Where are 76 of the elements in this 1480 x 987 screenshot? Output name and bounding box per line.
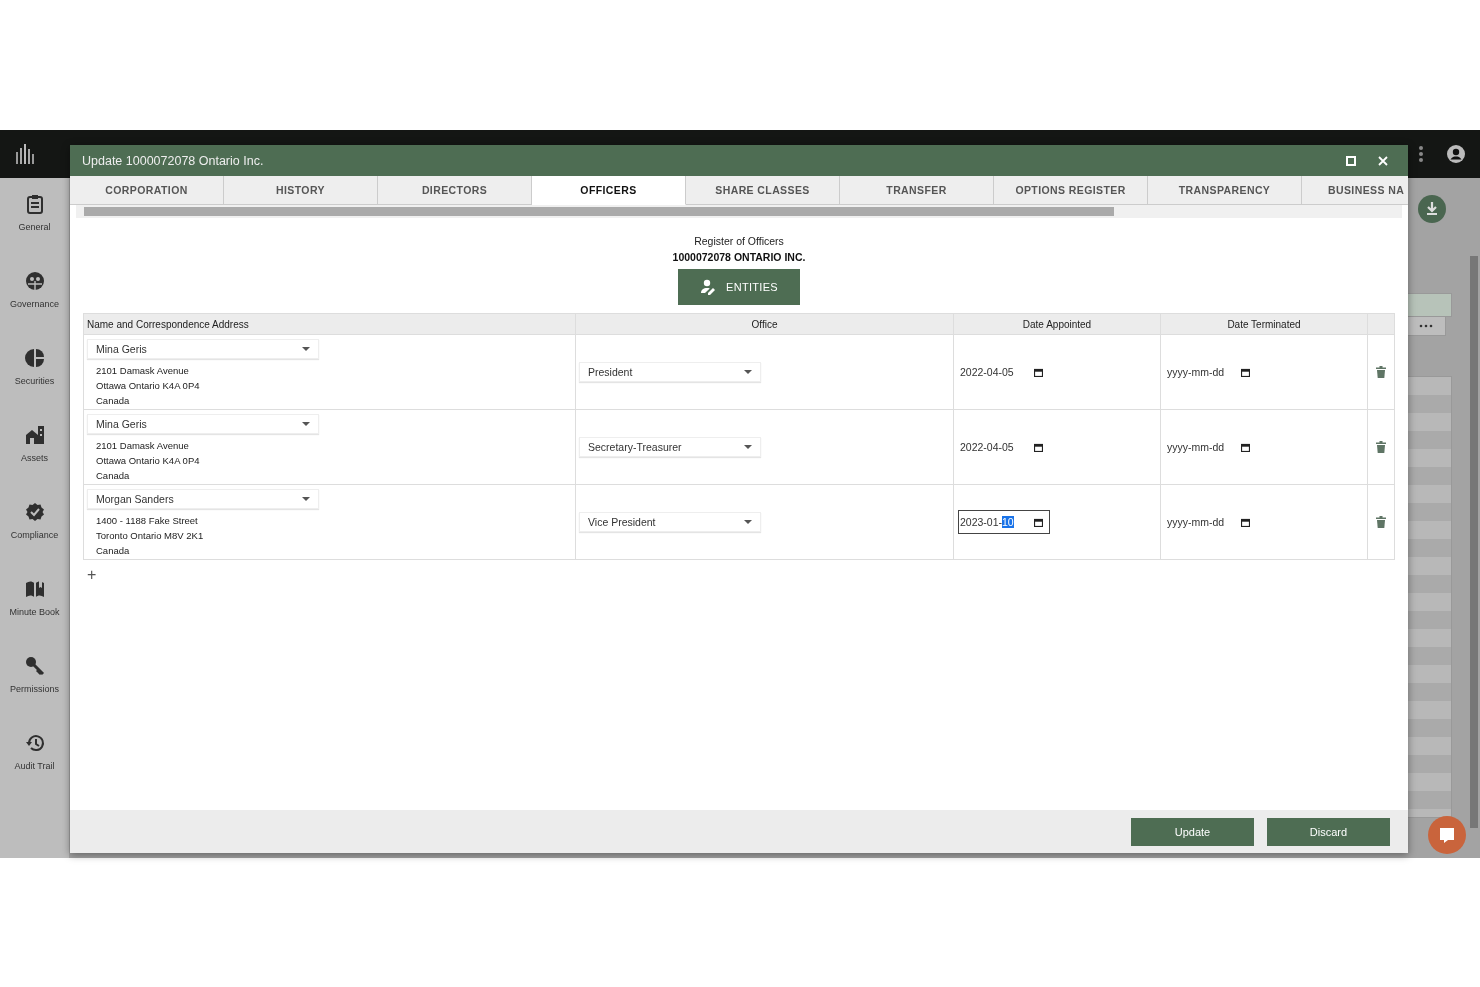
nav-item[interactable]: Securities — [0, 348, 69, 386]
date-field[interactable]: 2022-04-05 — [958, 435, 1050, 459]
scroll-thumb[interactable] — [84, 207, 1114, 216]
globe-icon — [24, 271, 45, 291]
dropdown-caret-icon — [302, 422, 310, 426]
date-field[interactable]: yyyy-mm-dd — [1165, 360, 1257, 384]
calendar-icon — [1241, 517, 1250, 527]
trash-icon[interactable] — [1376, 366, 1386, 378]
calendar-icon — [1241, 442, 1250, 452]
tab-scrollbar[interactable] — [76, 205, 1402, 218]
entities-button[interactable]: ENTITIES — [678, 269, 800, 305]
pie-chart-icon — [24, 348, 45, 368]
address-line: Canada — [95, 469, 131, 483]
account-icon[interactable] — [1446, 144, 1466, 164]
dropdown-caret-icon — [302, 497, 310, 501]
badge-check-icon — [24, 502, 45, 522]
calendar-icon — [1034, 367, 1043, 377]
address-line: 2101 Damask Avenue — [95, 439, 190, 453]
office-dropdown[interactable]: Secretary-Treasurer — [579, 437, 761, 457]
address-line: Canada — [95, 394, 131, 408]
calendar-icon — [1034, 442, 1043, 452]
address-line: 2101 Damask Avenue — [95, 364, 190, 378]
more-button[interactable] — [1406, 316, 1446, 336]
nav-item[interactable]: Governance — [0, 271, 69, 309]
trash-icon[interactable] — [1376, 441, 1386, 453]
address-line: 1400 - 1188 Fake Street — [95, 514, 199, 528]
nav-item[interactable]: General — [0, 194, 69, 232]
date-field[interactable]: 2022-04-05 — [958, 360, 1050, 384]
panel-header — [1406, 293, 1452, 317]
office-dropdown[interactable]: Vice President — [579, 512, 761, 532]
dropdown-caret-icon — [302, 347, 310, 351]
dropdown-caret-icon — [744, 370, 752, 374]
calendar-icon — [1034, 517, 1043, 527]
company-name: 1000072078 ONTARIO INC. — [672, 251, 806, 263]
address-line: Ottawa Ontario K4A 0P4 — [95, 379, 201, 393]
tab[interactable]: OFFICERS — [532, 176, 686, 205]
trash-icon[interactable] — [1376, 516, 1386, 528]
nav-item[interactable]: Permissions — [0, 656, 69, 694]
nav-item[interactable]: Compliance — [0, 502, 69, 540]
name-dropdown[interactable]: Mina Geris — [87, 339, 319, 359]
date-field[interactable]: yyyy-mm-dd — [1165, 510, 1257, 534]
column-header: Office — [576, 314, 954, 334]
chat-button[interactable] — [1428, 816, 1466, 854]
discard-button[interactable]: Discard — [1267, 817, 1390, 846]
name-dropdown[interactable]: Morgan Sanders — [87, 489, 319, 509]
close-icon[interactable] — [1378, 155, 1388, 166]
column-header: Name and Correspondence Address — [84, 314, 576, 334]
dialog-title: Update 1000072078 Ontario Inc. — [82, 153, 264, 168]
nav-item[interactable]: Audit Trail — [0, 733, 69, 771]
calendar-icon — [1241, 367, 1250, 377]
nav-item[interactable]: Assets — [0, 425, 69, 463]
column-header: Date Terminated — [1161, 314, 1368, 334]
date-field[interactable]: yyyy-mm-dd — [1165, 435, 1257, 459]
nav-item[interactable]: Minute Book — [0, 579, 69, 617]
maximize-icon[interactable] — [1346, 155, 1356, 166]
address-line: Toronto Ontario M8V 2K1 — [95, 529, 205, 543]
name-dropdown[interactable]: Mina Geris — [87, 414, 319, 434]
date-field[interactable]: 2023-01-10 — [958, 510, 1050, 534]
clipboard-icon — [24, 194, 45, 214]
update-button[interactable]: Update — [1131, 817, 1254, 846]
building-icon — [24, 425, 45, 445]
address-line: Canada — [95, 544, 131, 558]
add-button[interactable]: + — [83, 566, 101, 584]
column-header: Date Appointed — [954, 314, 1161, 334]
dropdown-caret-icon — [744, 445, 752, 449]
register-heading: Register of Officers — [694, 235, 784, 247]
scrollbar[interactable] — [1470, 256, 1478, 828]
office-dropdown[interactable]: President — [579, 362, 761, 382]
more-icon[interactable] — [1418, 145, 1424, 163]
download-button[interactable] — [1418, 195, 1446, 223]
address-line: Ottawa Ontario K4A 0P4 — [95, 454, 201, 468]
book-icon — [24, 579, 45, 599]
history-icon — [24, 733, 45, 753]
person-edit-icon — [700, 279, 717, 295]
key-icon — [24, 656, 45, 676]
dropdown-caret-icon — [744, 520, 752, 524]
